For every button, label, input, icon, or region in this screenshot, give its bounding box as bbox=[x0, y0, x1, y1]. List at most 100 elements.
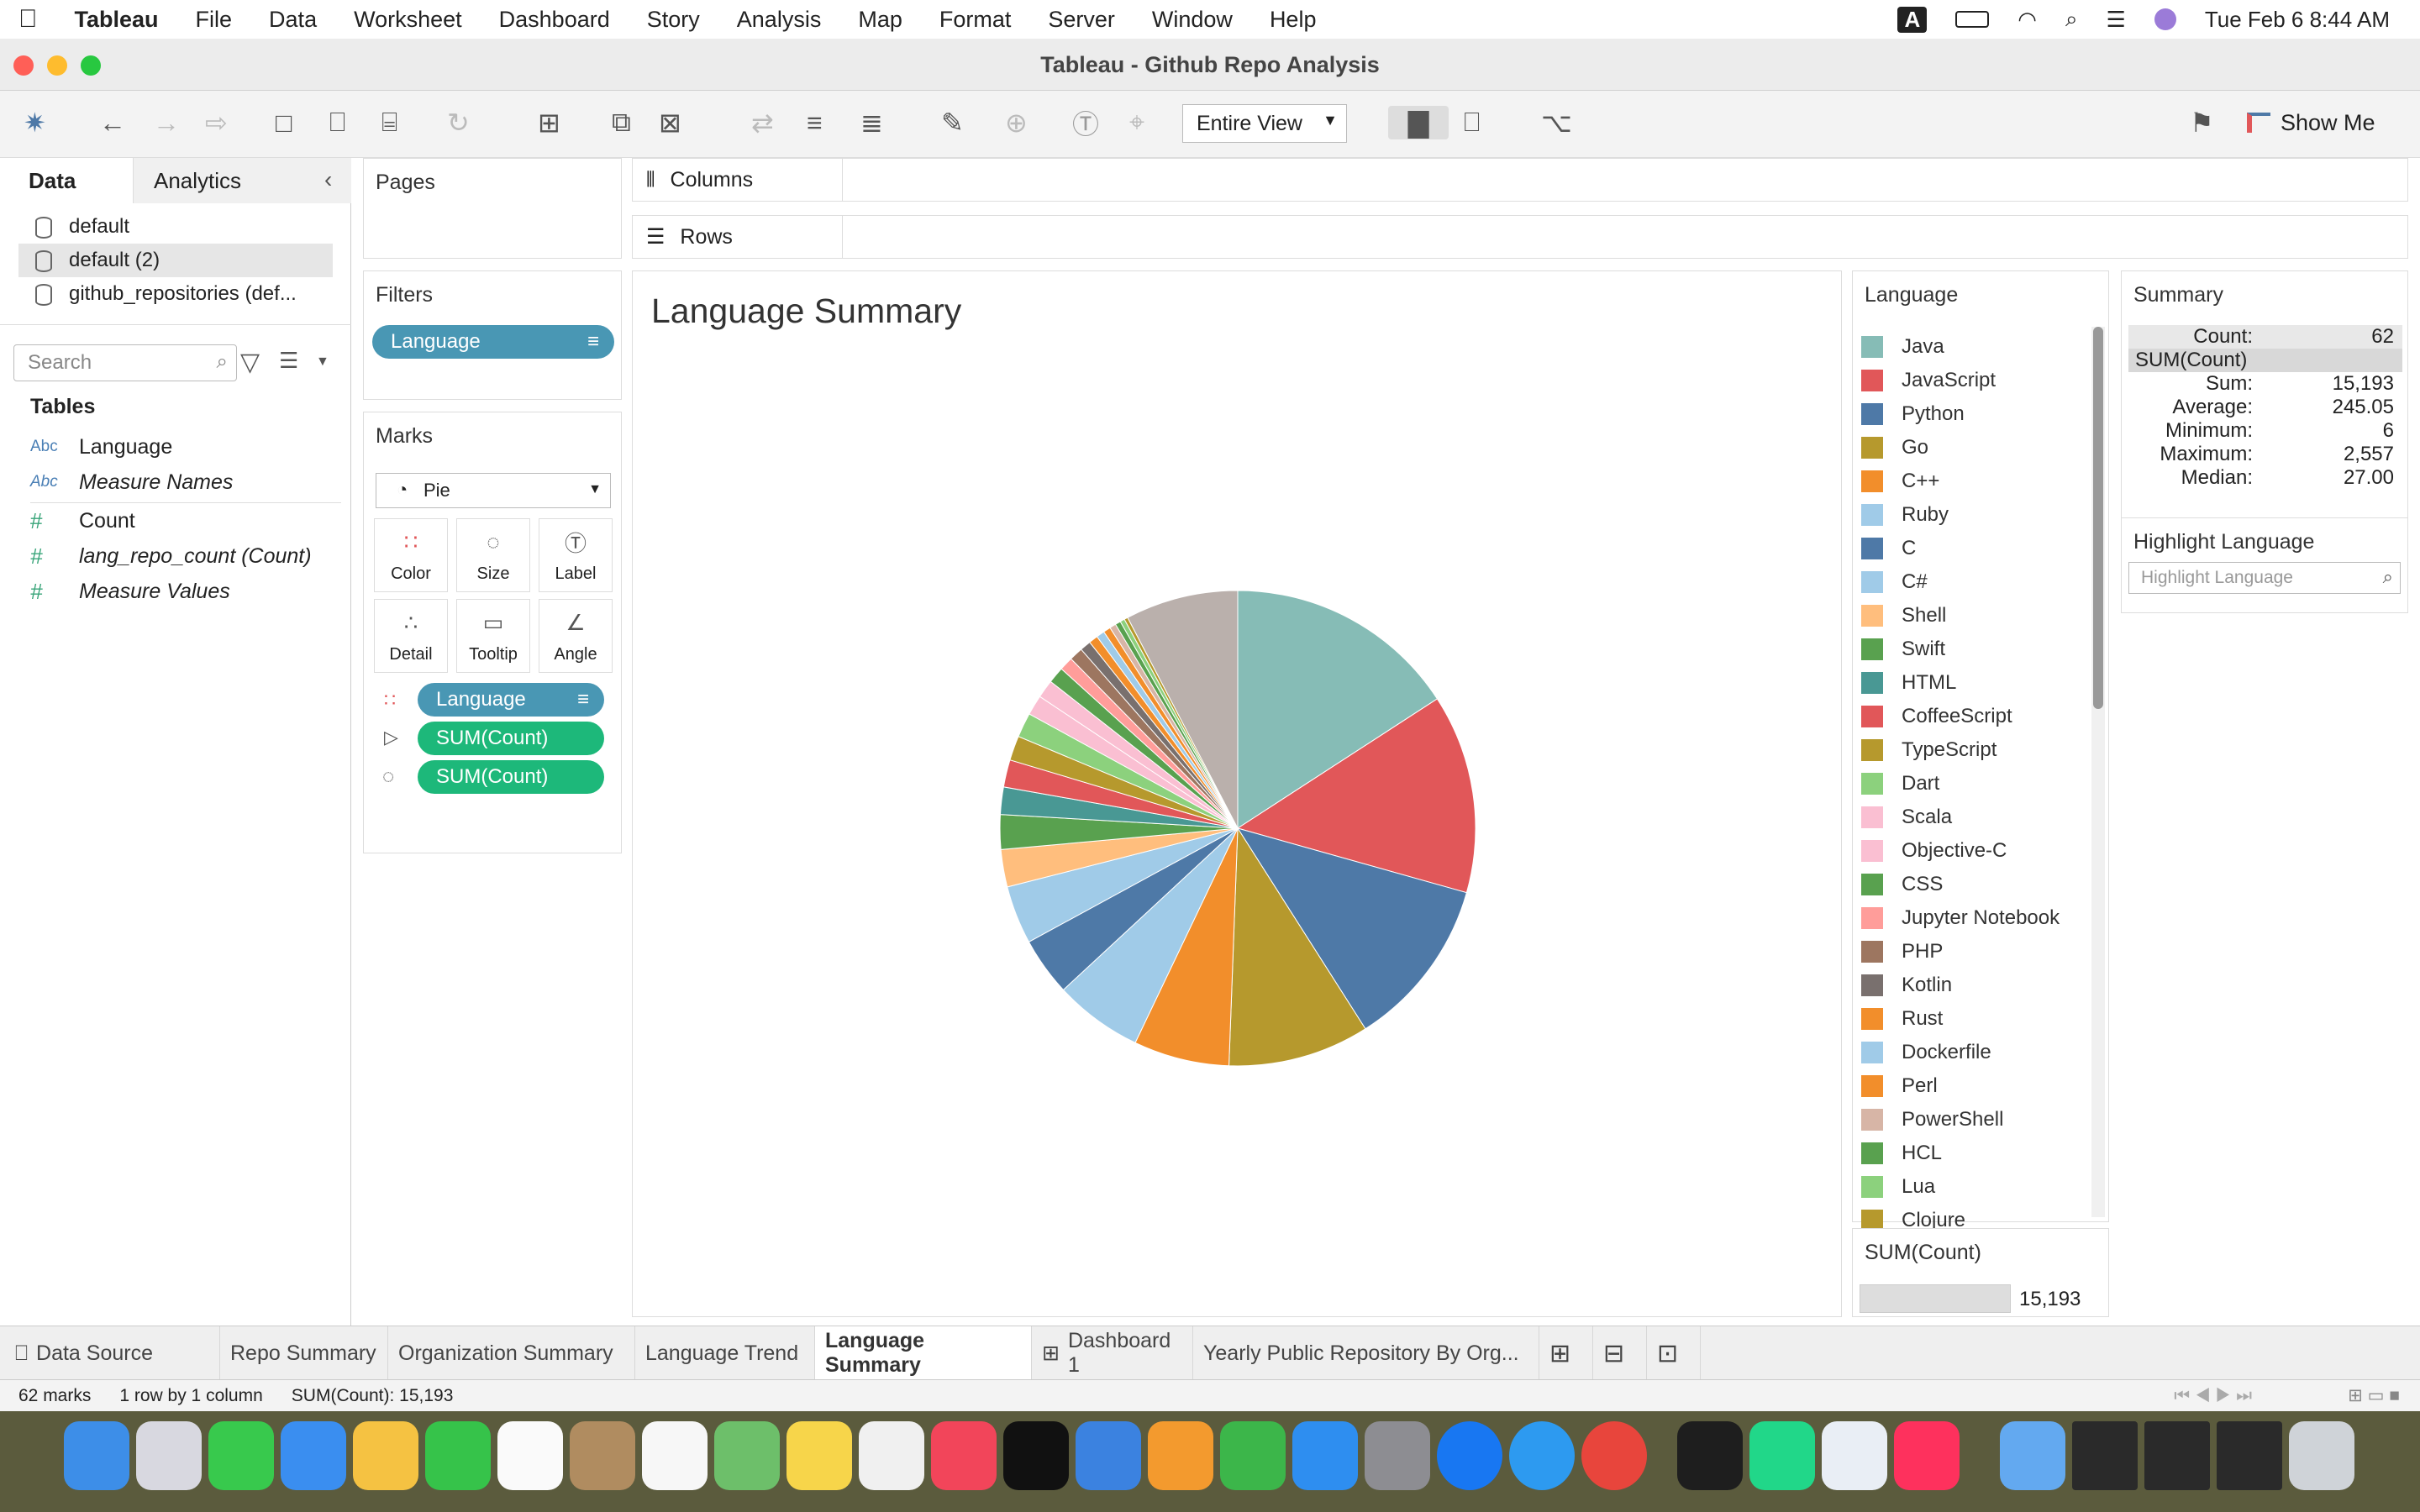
tab-analytics[interactable]: Analytics bbox=[133, 158, 351, 203]
menu-window[interactable]: Window bbox=[1134, 7, 1251, 33]
apple-tv-icon[interactable] bbox=[1003, 1421, 1069, 1490]
marks-tooltip-button[interactable]: ▭ Tooltip bbox=[456, 599, 530, 673]
view-options-icon[interactable]: ☰ bbox=[279, 348, 298, 374]
marks-angle-button[interactable]: ∠ Angle bbox=[539, 599, 613, 673]
window-thumbnail-3[interactable] bbox=[2217, 1421, 2282, 1490]
keynote-icon[interactable] bbox=[1076, 1421, 1141, 1490]
scrollbar-thumb[interactable] bbox=[2093, 327, 2103, 709]
data-source-github-repositories[interactable]: github_repositories (def... bbox=[18, 277, 333, 311]
highlight-icon[interactable]: ✎ bbox=[941, 106, 964, 139]
menu-server[interactable]: Server bbox=[1029, 7, 1134, 33]
finder-icon[interactable] bbox=[64, 1421, 129, 1490]
legend-scrollbar[interactable] bbox=[2091, 327, 2105, 1217]
menu-dashboard[interactable]: Dashboard bbox=[481, 7, 629, 33]
window-thumbnail-1[interactable] bbox=[2072, 1421, 2138, 1490]
trash-icon[interactable] bbox=[2289, 1421, 2354, 1490]
battery-icon[interactable] bbox=[1955, 11, 1990, 28]
intellij-icon[interactable] bbox=[1894, 1421, 1960, 1490]
new-dashboard-icon[interactable]: ⊟ bbox=[1593, 1326, 1647, 1380]
labels-icon[interactable]: Ⓣ bbox=[1072, 106, 1099, 139]
contacts-icon[interactable] bbox=[570, 1421, 635, 1490]
legend-item[interactable]: Go bbox=[1861, 431, 1928, 465]
music-icon[interactable] bbox=[931, 1421, 997, 1490]
data-source-default[interactable]: default bbox=[18, 210, 333, 244]
search-icon[interactable]: ⌕ bbox=[2065, 6, 2078, 33]
view-mode-icons[interactable]: ⊞ ▭ ■ bbox=[2348, 1385, 2400, 1406]
sheet-nav-arrows[interactable]: ⏮ ◀ ▶ ⏭ bbox=[2174, 1386, 2252, 1406]
legend-item[interactable]: C bbox=[1861, 532, 1916, 565]
columns-shelf[interactable]: ⫴ Columns bbox=[632, 158, 2408, 202]
legend-item[interactable]: Lua bbox=[1861, 1170, 1935, 1204]
legend-item[interactable]: Perl bbox=[1861, 1069, 1938, 1103]
apple-icon[interactable]:  bbox=[0, 5, 56, 34]
legend-item[interactable]: Dockerfile bbox=[1861, 1036, 1991, 1069]
window-thumbnail-2[interactable] bbox=[2144, 1421, 2210, 1490]
chrome-icon[interactable] bbox=[1581, 1421, 1647, 1490]
tab-repo-summary[interactable]: Repo Summary bbox=[220, 1326, 388, 1380]
legend-item[interactable]: HTML bbox=[1861, 666, 1956, 700]
swap-icon[interactable]: ⇄ bbox=[751, 106, 774, 139]
marks-size-button[interactable]: ◌ Size bbox=[456, 518, 530, 592]
duplicate-sheet-icon[interactable]: ⧉ bbox=[612, 106, 631, 139]
share-icon[interactable]: ⌥ bbox=[1541, 106, 1572, 139]
legend-item[interactable]: PowerShell bbox=[1861, 1103, 2003, 1137]
messages-icon[interactable] bbox=[208, 1421, 274, 1490]
tab-language-summary[interactable]: Language Summary bbox=[815, 1326, 1032, 1380]
sort-ascending-icon[interactable]: ≡ bbox=[807, 106, 823, 139]
new-story-icon[interactable]: ⊡ bbox=[1647, 1326, 1701, 1380]
filter-icon[interactable]: ▽ bbox=[240, 348, 260, 377]
group-icon[interactable]: ⊕ bbox=[1005, 106, 1028, 139]
marks-pill-angle-sum-count[interactable]: SUM(Count) bbox=[418, 722, 604, 755]
marks-detail-button[interactable]: ∴ Detail bbox=[374, 599, 448, 673]
legend-item[interactable]: Ruby bbox=[1861, 498, 1949, 532]
legend-item[interactable]: Kotlin bbox=[1861, 969, 1952, 1002]
legend-item[interactable]: Swift bbox=[1861, 633, 1945, 666]
search-input[interactable]: Search ⌕ bbox=[13, 344, 237, 381]
marks-pill-size-sum-count[interactable]: SUM(Count) bbox=[418, 760, 604, 794]
legend-item[interactable]: Java bbox=[1861, 330, 1944, 364]
pages-icon[interactable] bbox=[1148, 1421, 1213, 1490]
legend-item[interactable]: C++ bbox=[1861, 465, 1939, 498]
refresh-icon[interactable]: ↻ bbox=[447, 106, 470, 139]
system-settings-icon[interactable] bbox=[1365, 1421, 1430, 1490]
undo-icon[interactable]: ← bbox=[99, 106, 126, 139]
menu-data[interactable]: Data bbox=[250, 7, 335, 33]
rows-shelf[interactable]: ☰ Rows bbox=[632, 215, 2408, 259]
new-worksheet-icon[interactable]: ⊞ bbox=[1539, 1326, 1593, 1380]
control-center-icon[interactable]: ☰ bbox=[2107, 7, 2126, 33]
clear-sheet-icon[interactable]: ⊠ bbox=[659, 106, 681, 139]
legend-item[interactable]: Scala bbox=[1861, 801, 1952, 834]
menu-worksheet[interactable]: Worksheet bbox=[335, 7, 481, 33]
pie-chart[interactable] bbox=[633, 271, 1843, 1318]
pause-updates-icon[interactable]: ⌸ bbox=[381, 106, 397, 139]
maps-icon[interactable] bbox=[714, 1421, 780, 1490]
legend-item[interactable]: PHP bbox=[1861, 935, 1943, 969]
tab-dashboard-1[interactable]: ⊞ Dashboard 1 bbox=[1032, 1326, 1193, 1380]
legend-item[interactable]: C# bbox=[1861, 565, 1928, 599]
tab-language-trend[interactable]: Language Trend bbox=[635, 1326, 815, 1380]
app-menu[interactable]: Tableau bbox=[56, 7, 177, 33]
tab-data-source[interactable]: ⎕ Data Source bbox=[0, 1326, 220, 1380]
folder-icon[interactable] bbox=[2000, 1421, 2065, 1490]
menu-help[interactable]: Help bbox=[1251, 7, 1335, 33]
field-measure-names[interactable]: Abc Measure Names bbox=[30, 465, 233, 499]
marks-color-button[interactable]: ∷ Color bbox=[374, 518, 448, 592]
save-icon[interactable]: □ bbox=[276, 106, 292, 139]
marks-pill-language[interactable]: Language ≡ bbox=[418, 683, 604, 717]
filter-pill-language[interactable]: Language ≡ bbox=[372, 325, 614, 359]
redo-icon[interactable]: → bbox=[153, 106, 180, 139]
legend-item[interactable]: JavaScript bbox=[1861, 364, 1996, 397]
notes-icon[interactable] bbox=[786, 1421, 852, 1490]
app-store-icon[interactable] bbox=[1292, 1421, 1358, 1490]
legend-item[interactable]: Rust bbox=[1861, 1002, 1943, 1036]
launchpad-icon[interactable] bbox=[136, 1421, 202, 1490]
mail-icon[interactable] bbox=[281, 1421, 346, 1490]
legend-item[interactable]: Dart bbox=[1861, 767, 1939, 801]
safari-icon[interactable] bbox=[1509, 1421, 1575, 1490]
tableau-logo-icon[interactable]: ✷ bbox=[24, 106, 46, 139]
highlight-language-input[interactable]: Highlight Language ⌕ bbox=[2128, 562, 2401, 594]
marks-label-button[interactable]: Ⓣ Label bbox=[539, 518, 613, 592]
fit-dropdown[interactable]: Entire View ▼ bbox=[1182, 104, 1347, 143]
terminal-icon[interactable] bbox=[1677, 1421, 1743, 1490]
wifi-icon[interactable]: ◠ bbox=[2018, 7, 2037, 33]
